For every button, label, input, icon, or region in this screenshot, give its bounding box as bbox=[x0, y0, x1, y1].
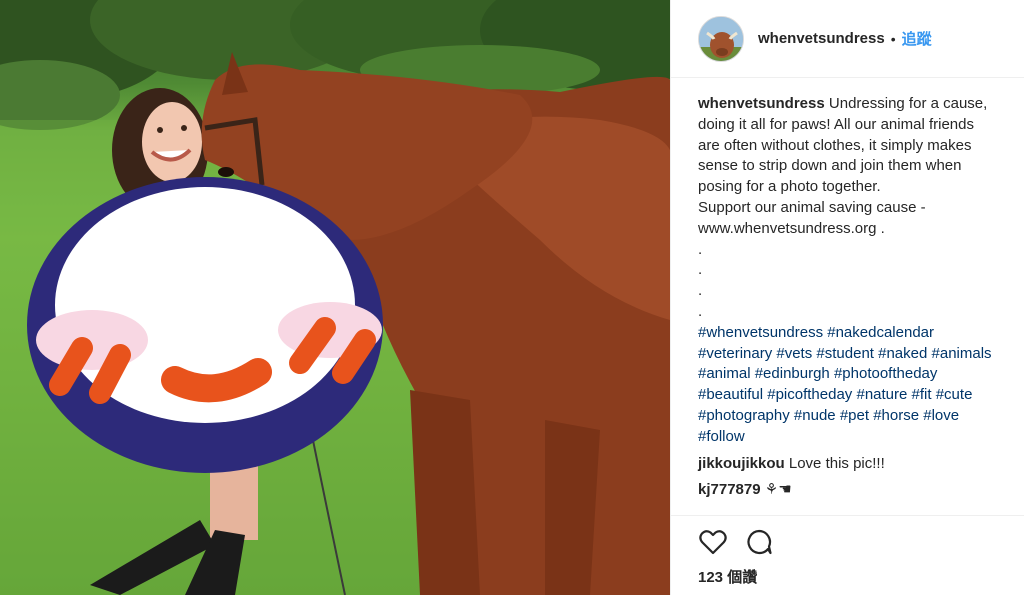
caption-dot-4: . bbox=[698, 302, 703, 320]
caption-line-1: whenvetsundress Undressing for a cause, bbox=[698, 94, 1020, 115]
hashtag-link[interactable]: #cute bbox=[936, 386, 973, 403]
hashtag-link[interactable]: #vets bbox=[776, 345, 812, 362]
hashtag-link[interactable]: #love bbox=[923, 407, 959, 424]
caption-username[interactable]: whenvetsundress bbox=[698, 95, 825, 112]
heart-outline-icon bbox=[699, 530, 727, 555]
caption: whenvetsundress Undressing for a cause, … bbox=[698, 94, 1020, 448]
post-sidebar: whenvetsundress • 追蹤 whenvetsundress Und… bbox=[670, 0, 1024, 595]
comment-item: kj777879 ⚘☚ bbox=[698, 480, 1020, 501]
hashtag-link[interactable]: #nakedcalendar bbox=[827, 324, 934, 341]
hashtag-line: #follow bbox=[698, 427, 1020, 448]
hashtag-link[interactable]: #horse bbox=[873, 407, 919, 424]
caption-dot-3: . bbox=[698, 282, 703, 300]
comment-button[interactable] bbox=[744, 527, 774, 557]
hashtag-link[interactable]: #picoftheday bbox=[767, 386, 852, 403]
comment-item: jikkoujikkou Love this pic!!! bbox=[698, 454, 1020, 475]
speech-bubble-icon bbox=[747, 529, 772, 555]
like-count[interactable]: 123 個讚 bbox=[698, 566, 757, 587]
caption-text: Undressing for a cause, bbox=[828, 95, 988, 112]
caption-dot-2: . bbox=[698, 261, 703, 279]
separator-dot: • bbox=[890, 30, 896, 47]
hashtag-link[interactable]: #veterinary bbox=[698, 345, 772, 362]
like-button[interactable] bbox=[698, 527, 728, 557]
hashtag-link[interactable]: #fit bbox=[912, 386, 932, 403]
post-header: whenvetsundress • 追蹤 bbox=[671, 0, 1024, 78]
highland-cow-avatar-icon bbox=[699, 16, 743, 61]
action-bar bbox=[698, 527, 774, 557]
hashtag-list: #whenvetsundress #nakedcalendar #veterina… bbox=[698, 323, 1020, 448]
comment-username[interactable]: kj777879 bbox=[698, 481, 761, 498]
caption-dot-1: . bbox=[698, 240, 703, 258]
hashtag-link[interactable]: #animal bbox=[698, 365, 751, 382]
divider bbox=[671, 515, 1024, 516]
caption-line-2: doing it all for paws! All our animal fr… bbox=[698, 115, 974, 133]
hashtag-link[interactable]: #photography bbox=[698, 407, 790, 424]
hashtag-link[interactable]: #edinburgh bbox=[755, 365, 830, 382]
hashtag-line: #photography #nude #pet #horse #love bbox=[698, 406, 1020, 427]
comment-username[interactable]: jikkoujikkou bbox=[698, 455, 785, 472]
caption-line-7: www.whenvetsundress.org . bbox=[698, 219, 885, 237]
hashtag-line: #beautiful #picoftheday #nature #fit #cu… bbox=[698, 385, 1020, 406]
hashtag-link[interactable]: #student bbox=[816, 345, 874, 362]
hashtag-link[interactable]: #nude bbox=[794, 407, 836, 424]
caption-line-5: posing for a photo together. bbox=[698, 178, 881, 196]
caption-line-4: sense to strip down and join them when bbox=[698, 157, 962, 175]
hashtag-link[interactable]: #photooftheday bbox=[834, 365, 937, 382]
hashtag-line: #veterinary #vets #student #naked #anima… bbox=[698, 344, 1020, 365]
hashtag-link[interactable]: #animals bbox=[932, 345, 992, 362]
caption-line-3: are often without clothes, it simply mak… bbox=[698, 136, 972, 154]
hashtag-link[interactable]: #follow bbox=[698, 428, 745, 445]
comments-section: whenvetsundress Undressing for a cause, … bbox=[698, 94, 1020, 501]
post-username[interactable]: whenvetsundress bbox=[758, 30, 885, 47]
follow-button[interactable]: 追蹤 bbox=[902, 28, 932, 49]
avatar[interactable] bbox=[698, 15, 744, 62]
hashtag-link[interactable]: #beautiful bbox=[698, 386, 763, 403]
comment-text: Love this pic!!! bbox=[788, 454, 885, 472]
hashtag-link[interactable]: #nature bbox=[856, 386, 907, 403]
comment-text: ⚘☚ bbox=[764, 481, 792, 499]
hashtag-line: #whenvetsundress #nakedcalendar bbox=[698, 323, 1020, 344]
photo-illustration bbox=[0, 0, 670, 595]
hashtag-link[interactable]: #whenvetsundress bbox=[698, 324, 823, 341]
hashtag-link[interactable]: #naked bbox=[878, 345, 927, 362]
emoji-sticker bbox=[27, 177, 383, 473]
post-photo[interactable] bbox=[0, 0, 670, 595]
hashtag-link[interactable]: #pet bbox=[840, 407, 869, 424]
caption-line-6: Support our animal saving cause - bbox=[698, 198, 926, 216]
hashtag-line: #animal #edinburgh #photooftheday bbox=[698, 364, 1020, 385]
